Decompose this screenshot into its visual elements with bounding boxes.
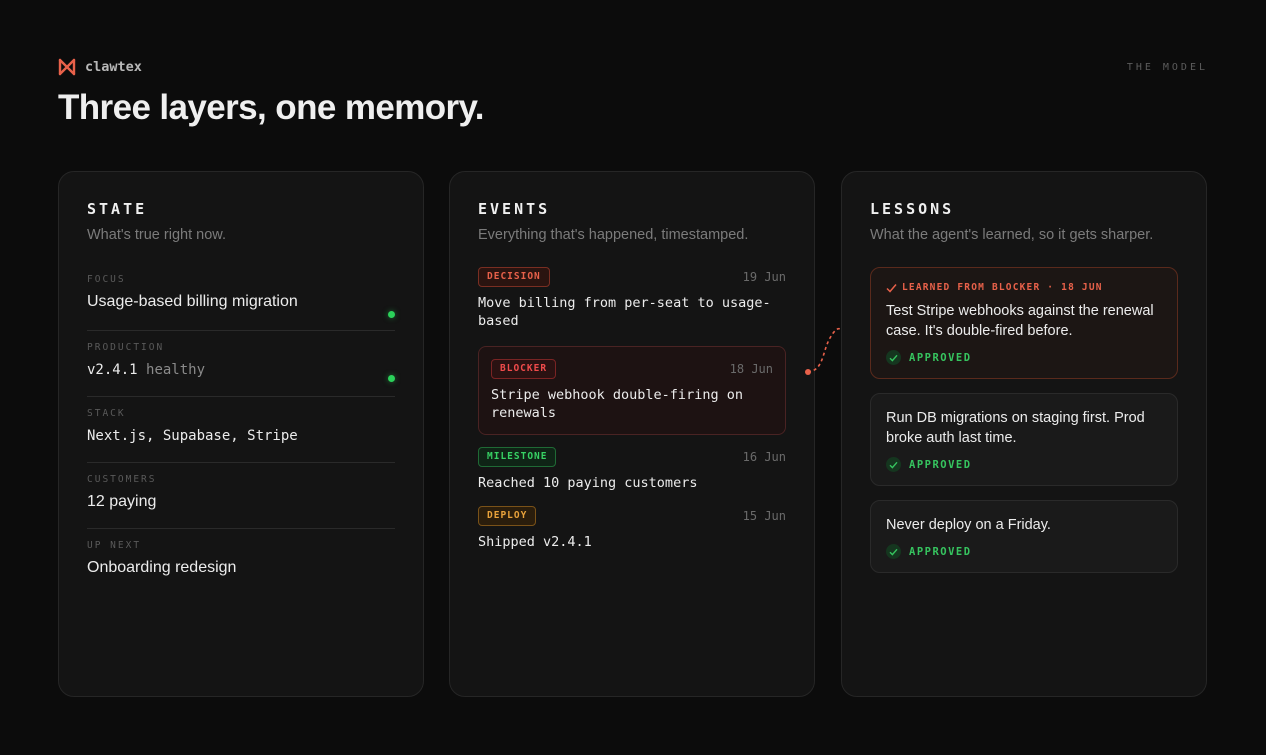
event-date: 19 Jun — [742, 270, 786, 284]
events-list: DECISION 19 Jun Move billing from per-se… — [478, 267, 786, 551]
clawtex-logo-icon — [58, 58, 76, 76]
event-tag-blocker: BLOCKER — [491, 359, 557, 379]
brand: clawtex — [58, 58, 142, 76]
approved-check-icon — [886, 350, 901, 365]
state-subtitle: What's true right now. — [87, 227, 226, 243]
state-row-value: 12 paying — [87, 493, 157, 510]
status-dot-icon — [388, 375, 395, 382]
brand-name: clawtex — [85, 59, 142, 75]
event-date: 16 Jun — [742, 450, 786, 464]
state-row-value: Usage-based billing migration — [87, 293, 298, 310]
lesson-meta: LEARNED FROM BLOCKER · 18 JUN — [886, 282, 1162, 293]
approved-check-icon — [886, 457, 901, 472]
approved-label: APPROVED — [909, 545, 972, 558]
lessons-subtitle: What the agent's learned, so it gets sha… — [870, 227, 1154, 243]
events-card: EVENTS Everything that's happened, times… — [449, 171, 815, 697]
state-row-label: PRODUCTION — [87, 342, 165, 353]
approved-badge: APPROVED — [886, 350, 1162, 365]
lessons-card: LESSONS What the agent's learned, so it … — [841, 171, 1207, 697]
event-text: Shipped v2.4.1 — [478, 534, 592, 550]
event-item[interactable]: MILESTONE 16 Jun Reached 10 paying custo… — [478, 447, 786, 492]
state-list: FOCUS Usage-based billing migration PROD… — [87, 274, 395, 595]
approved-label: APPROVED — [909, 458, 972, 471]
state-title: STATE — [87, 200, 148, 218]
events-subtitle: Everything that's happened, timestamped. — [478, 227, 749, 243]
events-title: EVENTS — [478, 200, 551, 218]
lesson-text: Never deploy on a Friday. — [886, 517, 1051, 533]
section-label: THE MODEL — [1126, 62, 1208, 73]
state-row-label: UP NEXT — [87, 540, 142, 551]
lesson-text: Test Stripe webhooks against the renewal… — [886, 303, 1154, 339]
lesson-meta-text: LEARNED FROM BLOCKER · 18 JUN — [902, 282, 1103, 293]
state-row-stack: STACK Next.js, Supabase, Stripe — [87, 397, 395, 463]
state-row-production: PRODUCTION v2.4.1 healthy — [87, 331, 395, 397]
approved-badge: APPROVED — [886, 544, 1162, 559]
state-row-focus: FOCUS Usage-based billing migration — [87, 274, 395, 331]
event-item[interactable]: DECISION 19 Jun Move billing from per-se… — [478, 267, 786, 330]
state-row-value: v2.4.1 healthy — [87, 360, 395, 380]
event-date: 18 Jun — [729, 362, 773, 376]
event-text: Reached 10 paying customers — [478, 475, 698, 491]
event-tag-decision: DECISION — [478, 267, 550, 287]
event-text: Stripe webhook double-firing on renewals — [491, 387, 743, 421]
event-tag-milestone: MILESTONE — [478, 447, 557, 467]
page-title: Three layers, one memory. — [58, 88, 485, 127]
lessons-list: LEARNED FROM BLOCKER · 18 JUN Test Strip… — [870, 267, 1178, 573]
lesson-item-highlighted[interactable]: LEARNED FROM BLOCKER · 18 JUN Test Strip… — [870, 267, 1178, 379]
lesson-item[interactable]: Never deploy on a Friday. APPROVED — [870, 500, 1178, 573]
lesson-item[interactable]: Run DB migrations on staging first. Prod… — [870, 393, 1178, 486]
approved-label: APPROVED — [909, 351, 972, 364]
check-icon — [886, 283, 897, 293]
lessons-title: LESSONS — [870, 200, 955, 218]
event-date: 15 Jun — [742, 509, 786, 523]
state-row-value: Next.js, Supabase, Stripe — [87, 428, 298, 444]
state-row-label: FOCUS — [87, 274, 126, 285]
state-row-label: CUSTOMERS — [87, 474, 157, 485]
state-row-label: STACK — [87, 408, 126, 419]
production-status: healthy — [146, 362, 206, 378]
event-item[interactable]: DEPLOY 15 Jun Shipped v2.4.1 — [478, 506, 786, 551]
event-item-highlighted[interactable]: BLOCKER 18 Jun Stripe webhook double-fir… — [478, 346, 786, 435]
event-tag-deploy: DEPLOY — [478, 506, 537, 526]
state-card: STATE What's true right now. FOCUS Usage… — [58, 171, 424, 697]
event-text: Move billing from per-seat to usage-base… — [478, 295, 771, 329]
approved-check-icon — [886, 544, 901, 559]
state-row-up-next: UP NEXT Onboarding redesign — [87, 529, 395, 595]
lesson-text: Run DB migrations on staging first. Prod… — [886, 410, 1145, 446]
state-row-value: Onboarding redesign — [87, 559, 237, 576]
state-row-customers: CUSTOMERS 12 paying — [87, 463, 395, 529]
production-version: v2.4.1 — [87, 362, 138, 378]
status-dot-icon — [388, 311, 395, 318]
approved-badge: APPROVED — [886, 457, 1162, 472]
